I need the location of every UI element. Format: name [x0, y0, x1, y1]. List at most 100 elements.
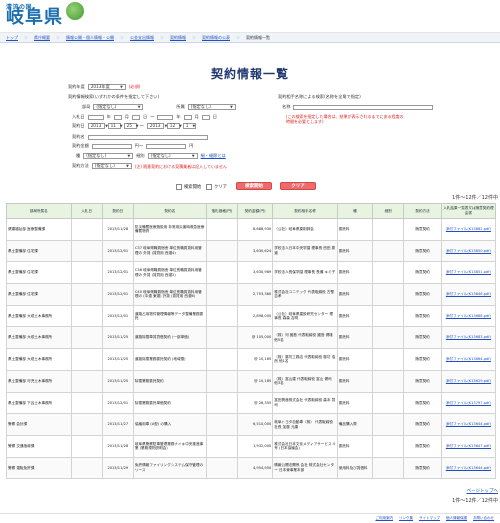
- table-cell: 健康福祉部 医療整備課: [6, 218, 72, 241]
- contract-day-from[interactable]: 25 ▼: [123, 123, 139, 129]
- table-cell: [70, 239, 103, 263]
- table-cell: 2013/12/01: [101, 391, 134, 415]
- table-cell: 県土整備部 可児土木事務所: [6, 369, 72, 393]
- contract-day-to[interactable]: 1 ▼: [182, 123, 196, 129]
- breadcrumb-item[interactable]: トップ: [6, 35, 18, 41]
- category-help-link[interactable]: 細・細節とは: [201, 153, 226, 159]
- category2-select[interactable]: (指定なし) ▼: [147, 153, 198, 159]
- site-logo[interactable]: 清流の国 岐阜県: [6, 2, 86, 30]
- table-cell: 県土整備部 大垣土木事務所: [6, 348, 72, 371]
- table-cell: [205, 434, 238, 458]
- table-cell: 免許情報ファイリングシステム保守管理のリース: [132, 456, 207, 480]
- table-cell: 添付ファイル(K13644.pdf): [440, 413, 497, 436]
- table-cell: [372, 391, 405, 415]
- dept-select[interactable]: (指定なし) ▼: [93, 104, 144, 110]
- attachment-link[interactable]: 添付ファイル(K13846.pdf): [443, 292, 494, 297]
- contract-year-to[interactable]: 2013▼: [146, 123, 167, 129]
- breadcrumb-item[interactable]: 契約情報: [170, 35, 186, 41]
- table-cell: 情報公開法関係 会社 株式会社センター 日本東事業本部: [272, 456, 338, 480]
- contract-year-from[interactable]: 2013▼: [87, 123, 108, 129]
- footer-link[interactable]: サイトマップ: [419, 516, 440, 521]
- page-top-link[interactable]: ページトップへ: [467, 488, 498, 494]
- option2-label: クリア: [214, 185, 227, 190]
- option2-checkbox[interactable]: [206, 184, 212, 190]
- bid-day-from[interactable]: [131, 114, 140, 120]
- breadcrumb-item[interactable]: 県庁概要: [34, 35, 50, 41]
- column-header: 細別: [372, 203, 405, 219]
- table-cell: 随意契約: [403, 348, 442, 371]
- breadcrumb-item[interactable]: 契約情報の公表: [202, 35, 230, 41]
- table-cell: [372, 434, 405, 458]
- breadcrumb-item[interactable]: 情報公開・個人情報・公開: [66, 35, 114, 41]
- contract-name-label: 契約名: [72, 134, 85, 139]
- page-title: 契約情報一覧: [210, 67, 289, 81]
- table-cell: 学校法人長保学園 理事長 長瀬 キミ子: [272, 261, 338, 285]
- table-cell: [70, 304, 103, 328]
- attachment-link[interactable]: 添付ファイル(K13664.pdf): [443, 357, 494, 362]
- method-select[interactable]: (指定なし) ▼: [91, 163, 132, 169]
- attachment-link[interactable]: 添付ファイル(K13688.pdf): [443, 314, 494, 319]
- attachment-link[interactable]: 添付ファイル(K13683.pdf): [443, 335, 494, 340]
- attachment-link[interactable]: 添付ファイル(K13797.pdf): [443, 401, 494, 406]
- bid-day-to[interactable]: [201, 114, 210, 120]
- table-row: 警察 交通指導課 2013/11/28 岐阜県警察駐車管理業務ナイキ中央推進事業 (…: [6, 434, 497, 458]
- table-cell: 委託料: [336, 391, 374, 415]
- table-cell: 株式会社日本文化メディアサービス 4号 (日本協議会): [272, 434, 338, 458]
- table-cell: 警察 会計課: [6, 413, 72, 436]
- bid-month-from[interactable]: [113, 114, 122, 120]
- attachment-link[interactable]: 添付ファイル(K13850.pdf): [443, 249, 494, 254]
- table-cell: [205, 239, 238, 263]
- table-row: 県土整備部 大垣土木事務所 2013/11/25 道路除雪車賃貸借契約 (一部単価)…: [6, 326, 497, 350]
- table-cell: （株）藤坊工務店 代表取締役 藤坊 浩然 他1名: [272, 348, 338, 371]
- search-button[interactable]: 検索開始: [236, 182, 272, 190]
- table-cell: 添付ファイル(K13850.pdf): [440, 239, 497, 263]
- option-checkbox[interactable]: [176, 184, 182, 190]
- table-cell: 富田興産株式会社 代表取締役 森本 賢司: [272, 391, 338, 415]
- table-cell: 随意契約: [403, 304, 442, 328]
- year-select[interactable]: 2013年度 ▼: [87, 84, 126, 90]
- amount-from-input[interactable]: [91, 143, 132, 149]
- amount-to-input[interactable]: [146, 143, 187, 149]
- category-select[interactable]: (指定なし) ▼: [83, 153, 134, 159]
- footer-link[interactable]: 個人情報保護: [446, 516, 467, 521]
- table-cell: 随意契約: [403, 369, 442, 393]
- logo-text: 岐阜県: [6, 7, 63, 28]
- footer-link[interactable]: お問い合わせ: [473, 516, 494, 521]
- table-header-row: 部局所属名 入札日 契約日 契約名 落札価格(円) 契約金額(円) 契約相手名称…: [6, 203, 497, 219]
- table-cell: 委託料: [336, 434, 374, 458]
- table-cell: 除雪業務委託契約: [132, 369, 207, 393]
- bid-year-to[interactable]: [157, 114, 174, 120]
- clear-button[interactable]: クリア: [280, 182, 316, 190]
- required-note: (必須): [128, 84, 141, 89]
- attachment-link[interactable]: 添付ファイル(K13647.pdf): [443, 444, 494, 449]
- footer-link[interactable]: リンク集: [399, 516, 413, 521]
- contract-name-input[interactable]: [87, 134, 208, 140]
- partner-name-input[interactable]: [293, 104, 434, 110]
- breadcrumb-item[interactable]: 公金支出情報: [130, 35, 154, 41]
- column-header: 契約金額(円): [236, 203, 274, 219]
- logo-mark-icon: [66, 2, 84, 20]
- table-cell: 添付ファイル(K13644.pdf): [440, 456, 497, 480]
- attachment-link[interactable]: 添付ファイル(K13629.pdf): [443, 379, 494, 384]
- attachment-link[interactable]: 添付ファイル(K13644.pdf): [443, 466, 494, 471]
- attachment-link[interactable]: 添付ファイル(K13644.pdf): [443, 422, 494, 427]
- contract-month-from[interactable]: 11 ▼: [107, 123, 123, 129]
- category2-label: 細別: [136, 153, 145, 158]
- table-cell: [205, 391, 238, 415]
- bid-year-from[interactable]: [87, 114, 104, 120]
- bid-month-to[interactable]: [183, 114, 192, 120]
- column-header: 入札日: [70, 203, 103, 219]
- table-cell: 県土整備部 下呂土木事務所: [6, 391, 72, 415]
- footer-link[interactable]: ご利用案内: [376, 516, 394, 521]
- contract-month-to[interactable]: 12 ▼: [166, 123, 182, 129]
- office-select[interactable]: (指定なし) ▼: [187, 104, 236, 110]
- table-cell: 添付ファイル(K13664.pdf): [440, 348, 497, 371]
- attachment-link[interactable]: 添付ファイル(K13851.pdf): [443, 270, 494, 275]
- table-cell: 添付ファイル(K13683.pdf): [440, 326, 497, 350]
- attachment-link[interactable]: 添付ファイル(K13882.pdf): [443, 227, 494, 232]
- table-cell: 2,898,000: [236, 304, 274, 328]
- table-cell: （公社）岐阜県建設研究センター 理事長 森森 吉明: [272, 304, 338, 328]
- table-cell: [372, 326, 405, 350]
- table-cell: [372, 348, 405, 371]
- table-cell: 道路除雪車賃貸借契約 (一部単価): [132, 326, 207, 350]
